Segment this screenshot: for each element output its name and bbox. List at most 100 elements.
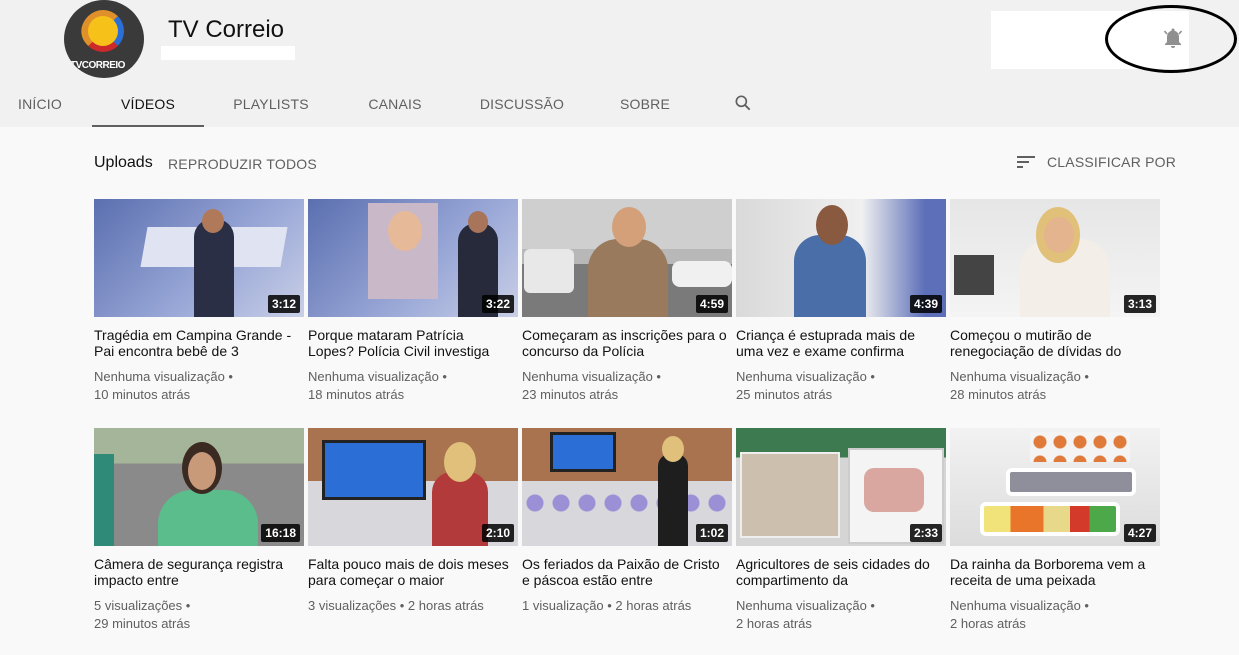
video-title[interactable]: Falta pouco mais de dois meses para come… (308, 556, 513, 588)
video-time: 2 horas atrás (736, 616, 812, 631)
thumb-face (202, 209, 224, 233)
thumb-hair (444, 442, 476, 482)
thumb-face (468, 211, 488, 233)
channel-name: TV Correio (168, 16, 285, 43)
thumb-screen (550, 432, 616, 472)
sort-button[interactable]: CLASSIFICAR POR (1047, 154, 1176, 170)
video-title[interactable]: Da rainha da Borborema vem a receita de … (950, 556, 1155, 588)
video-title[interactable]: Porque mataram Patrícia Lopes? Polícia C… (308, 327, 513, 359)
video-duration: 3:12 (267, 295, 300, 313)
tab-playlists[interactable]: PLAYLISTS (230, 86, 312, 127)
thumb-tray (740, 452, 840, 538)
tab-sobre[interactable]: SOBRE (618, 86, 672, 127)
video-thumbnail[interactable]: 1:02 (522, 428, 732, 546)
thumb-decor (522, 490, 732, 520)
video-time: 25 minutos atrás (736, 387, 833, 402)
video-time: 2 horas atrás (950, 616, 1026, 631)
tab-videos[interactable]: VÍDEOS (92, 86, 204, 127)
video-views: Nenhuma visualização • (522, 369, 661, 384)
tab-inicio[interactable]: INÍCIO (18, 86, 62, 127)
tab-canais[interactable]: CANAIS (364, 86, 426, 127)
thumb-face (1044, 217, 1074, 253)
video-duration: 3:22 (481, 295, 514, 313)
thumb-person (432, 472, 488, 546)
video-card[interactable]: 3:12 Tragédia em Campina Grande - Pai en… (94, 199, 304, 409)
search-icon[interactable] (733, 93, 753, 113)
video-views: Nenhuma visualização • (950, 598, 1089, 613)
video-thumbnail[interactable]: 3:13 (950, 199, 1160, 317)
logo-ring (82, 10, 124, 52)
video-duration: 16:18 (261, 524, 300, 542)
thumb-monitor (954, 255, 994, 295)
channel-page: TVCORREIO TV Correio INÍCIO VÍDEOS PLAYL… (0, 0, 1239, 655)
thumb-screen (322, 440, 426, 500)
video-title[interactable]: Agricultores de seis cidades do comparti… (736, 556, 941, 588)
video-views: Nenhuma visualização • (950, 369, 1089, 384)
video-card[interactable]: 4:39 Criança é estuprada mais de uma vez… (736, 199, 946, 409)
thumb-car (524, 249, 574, 293)
tab-discussao[interactable]: DISCUSSÃO (478, 86, 566, 127)
video-title[interactable]: Começaram as inscrições para o concurso … (522, 327, 727, 359)
play-all-button[interactable]: REPRODUZIR TODOS (168, 156, 317, 172)
video-views: 1 visualização • 2 horas atrás (522, 598, 692, 613)
video-views: 3 visualizações • 2 horas atrás (308, 598, 484, 613)
channel-tabs: INÍCIO VÍDEOS PLAYLISTS CANAIS DISCUSSÃO… (0, 86, 800, 127)
video-thumbnail[interactable]: 3:22 (308, 199, 518, 317)
thumb-face (612, 207, 646, 247)
video-title[interactable]: Criança é estuprada mais de uma vez e ex… (736, 327, 941, 359)
video-card[interactable]: 4:27 Da rainha da Borborema vem a receit… (950, 428, 1160, 638)
video-card[interactable]: 4:59 Começaram as inscrições para o conc… (522, 199, 732, 409)
thumb-person (588, 239, 668, 317)
thumb-person (794, 235, 866, 317)
thumb-face (816, 205, 848, 245)
video-time: 10 minutos atrás (94, 387, 191, 402)
video-card[interactable]: 3:13 Começou o mutirão de renegociação d… (950, 199, 1160, 409)
thumb-fish (1006, 468, 1136, 496)
video-duration: 3:13 (1123, 295, 1156, 313)
channel-avatar[interactable]: TVCORREIO (64, 0, 144, 78)
thumb-face (388, 211, 422, 251)
video-card[interactable]: 3:22 Porque mataram Patrícia Lopes? Polí… (308, 199, 518, 409)
thumb-car (672, 261, 732, 287)
video-title[interactable]: Câmera de segurança registra impacto ent… (94, 556, 299, 588)
video-thumbnail[interactable]: 3:12 (94, 199, 304, 317)
video-thumbnail[interactable]: 4:27 (950, 428, 1160, 546)
video-duration: 2:10 (481, 524, 514, 542)
video-time: 28 minutos atrás (950, 387, 1047, 402)
video-title[interactable]: Começou o mutirão de renegociação de dív… (950, 327, 1155, 359)
video-views: Nenhuma visualização • (736, 598, 875, 613)
video-time: 18 minutos atrás (308, 387, 405, 402)
video-thumbnail[interactable]: 16:18 (94, 428, 304, 546)
video-time: 29 minutos atrás (94, 616, 191, 631)
video-views: Nenhuma visualização • (308, 369, 447, 384)
thumb-hair (662, 436, 684, 462)
video-card[interactable]: 2:10 Falta pouco mais de dois meses para… (308, 428, 518, 638)
notification-bell-icon[interactable] (1161, 26, 1185, 50)
thumb-food (864, 468, 924, 512)
video-views: 5 visualizações • (94, 598, 191, 613)
sort-icon[interactable] (1016, 152, 1038, 172)
video-views: Nenhuma visualização • (736, 369, 875, 384)
video-title[interactable]: Os feriados da Paixão de Cristo e páscoa… (522, 556, 727, 588)
video-duration: 4:39 (909, 295, 942, 313)
video-thumbnail[interactable]: 2:10 (308, 428, 518, 546)
video-thumbnail[interactable]: 4:39 (736, 199, 946, 317)
video-thumbnail[interactable]: 4:59 (522, 199, 732, 317)
avatar-logo-text: TVCORREIO (70, 60, 125, 71)
video-duration: 4:59 (695, 295, 728, 313)
video-thumbnail[interactable]: 2:33 (736, 428, 946, 546)
thumb-person (658, 454, 688, 546)
thumb-person (158, 490, 258, 546)
thumb-person (94, 454, 114, 546)
thumb-person (194, 219, 234, 317)
video-title[interactable]: Tragédia em Campina Grande - Pai encontr… (94, 327, 299, 359)
video-card[interactable]: 16:18 Câmera de segurança registra impac… (94, 428, 304, 638)
channel-header: TVCORREIO TV Correio INÍCIO VÍDEOS PLAYL… (0, 0, 1239, 127)
thumb-bowls (1030, 432, 1130, 462)
video-time: 23 minutos atrás (522, 387, 619, 402)
video-duration: 4:27 (1123, 524, 1156, 542)
thumb-face (188, 452, 216, 490)
section-title: Uploads (94, 154, 153, 171)
video-card[interactable]: 2:33 Agricultores de seis cidades do com… (736, 428, 946, 638)
video-card[interactable]: 1:02 Os feriados da Paixão de Cristo e p… (522, 428, 732, 638)
